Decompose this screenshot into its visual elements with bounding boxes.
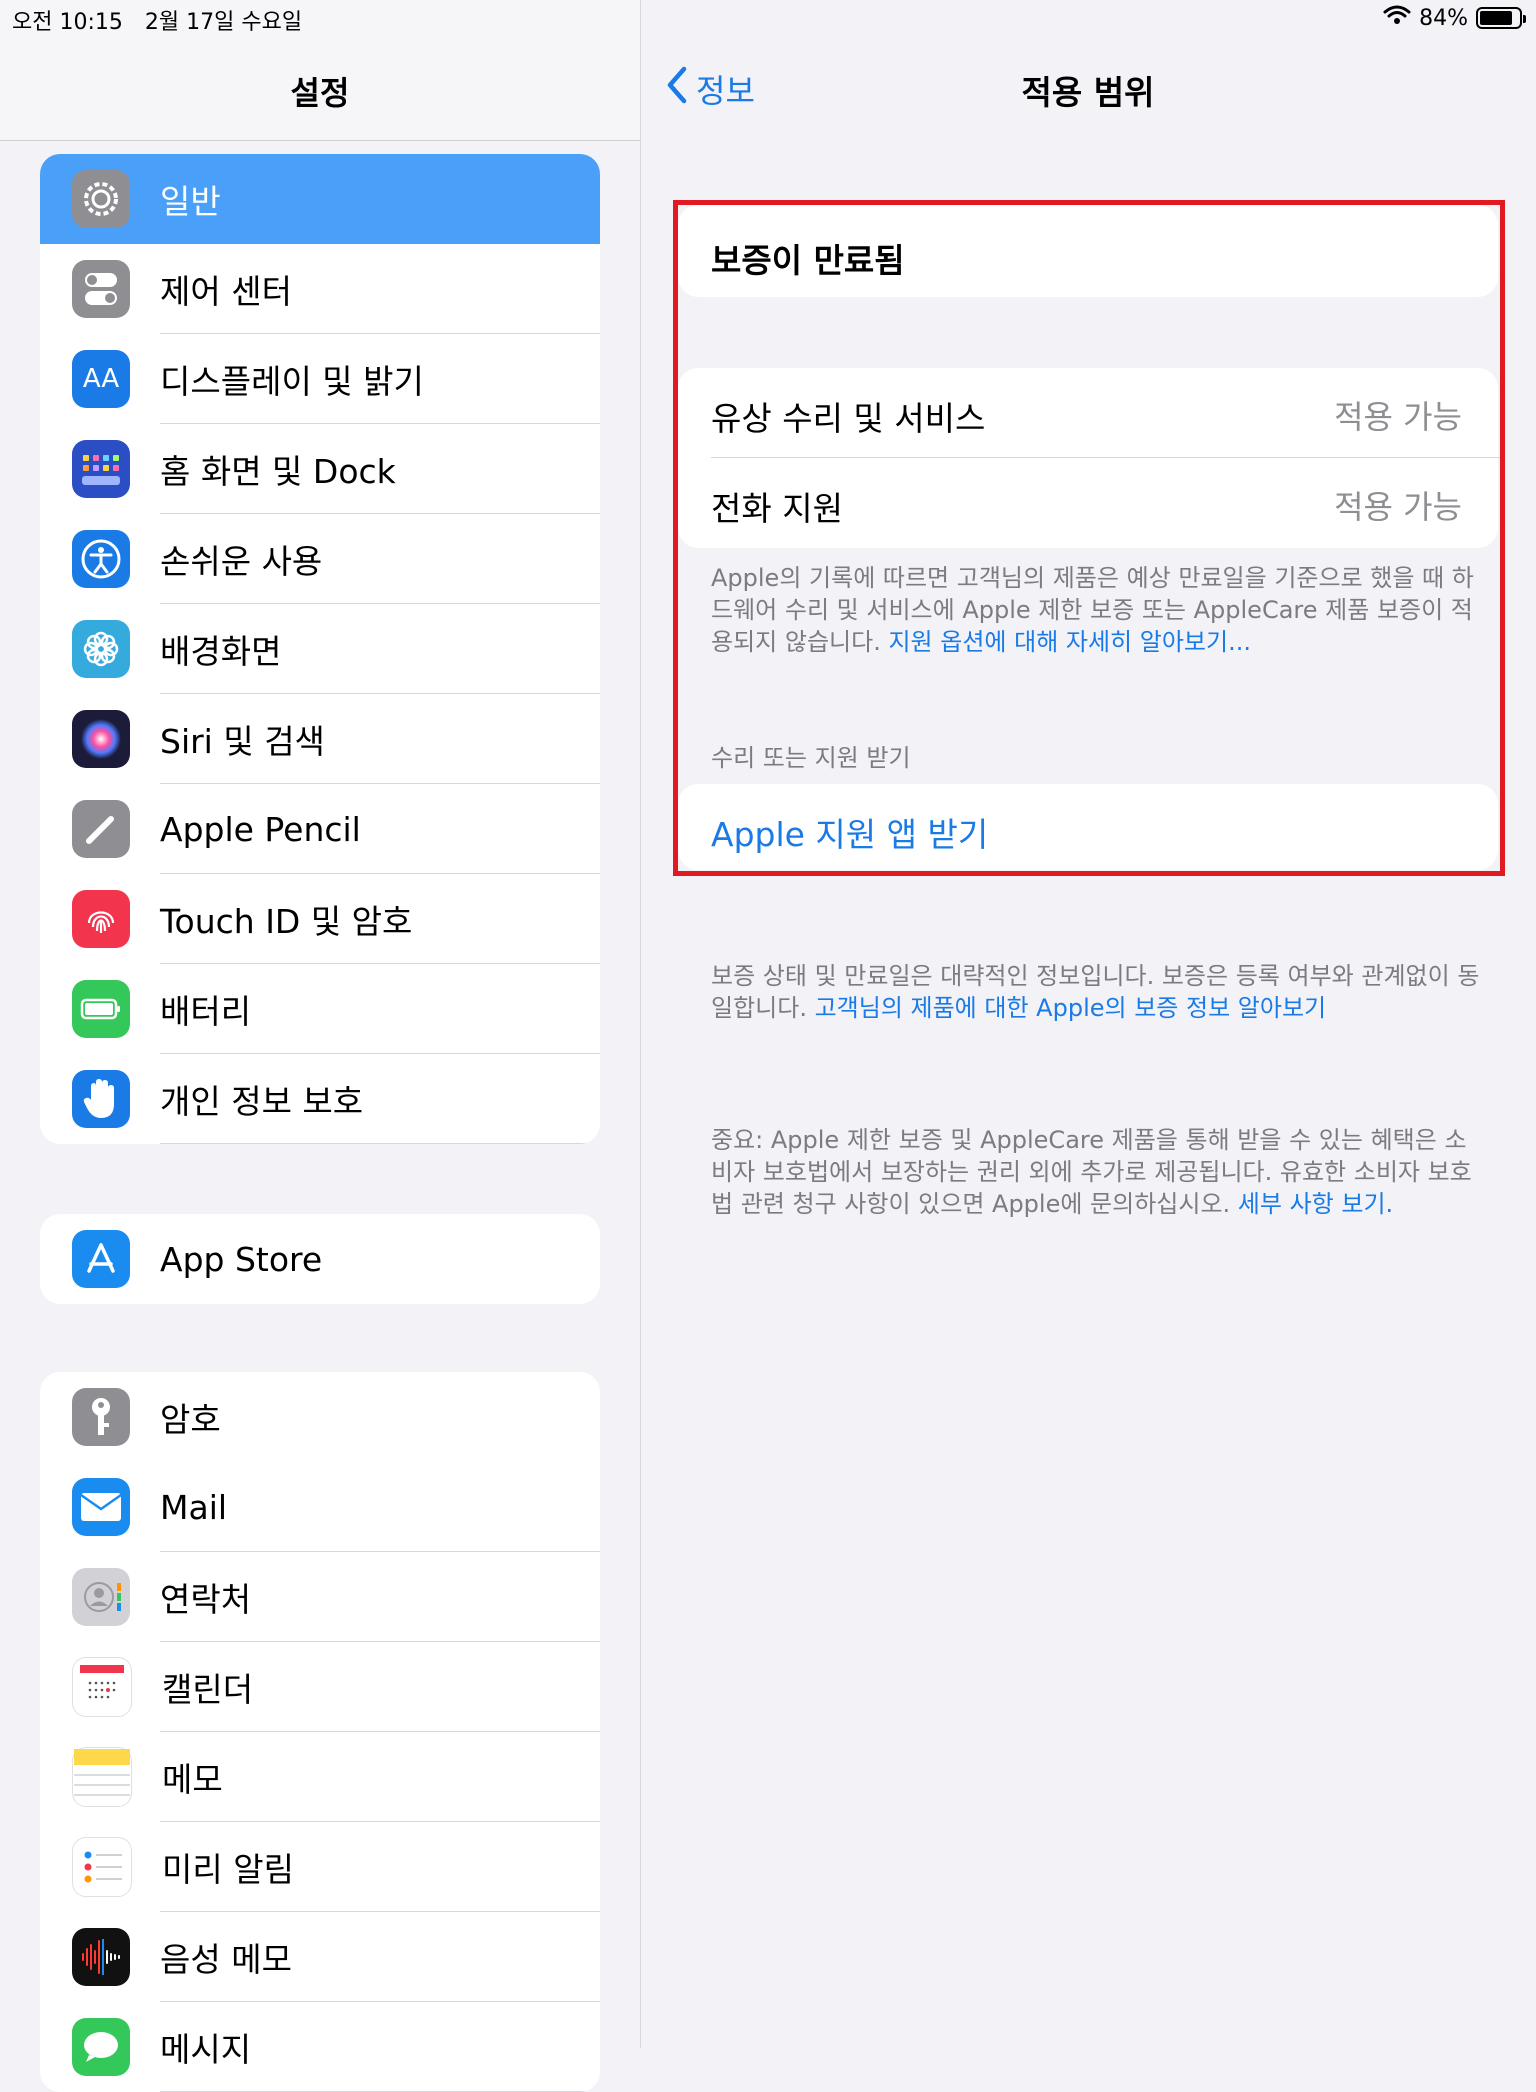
highlight-box [673, 200, 1505, 876]
reminders-icon [72, 1837, 132, 1897]
mail-icon [72, 1478, 130, 1536]
settings-group-1: 일반 제어 센터 AA 디스플레이 및 밝기 홈 화면 및 Dock 손쉬운 사 [40, 154, 600, 1144]
pencil-icon [72, 800, 130, 858]
settings-group-3: 암호 Mail 연락처 캘린더 메모 미리 알림 음성 메모 메시지 [40, 1372, 600, 2092]
sidebar-item-label: Touch ID 및 암호 [160, 902, 413, 941]
app-store-icon [72, 1230, 130, 1288]
sidebar-item-label: 홈 화면 및 Dock [160, 452, 396, 491]
sidebar-item-label: 캘린더 [162, 1670, 254, 1709]
hand-icon [72, 1070, 130, 1128]
sidebar-item-label: 메시지 [160, 2030, 252, 2069]
sidebar-item-accessibility[interactable]: 손쉬운 사용 [40, 514, 600, 604]
sidebar-item-mail[interactable]: Mail [40, 1462, 600, 1552]
wifi-icon [1383, 4, 1411, 32]
text-size-icon: AA [72, 350, 130, 408]
sidebar-item-label: 손쉬운 사용 [160, 542, 323, 581]
sidebar-item-passwords[interactable]: 암호 [40, 1372, 600, 1462]
sidebar-item-label: 일반 [160, 182, 221, 221]
sidebar-item-label: App Store [160, 1239, 323, 1279]
accessibility-icon [72, 530, 130, 588]
sidebar-item-label: 미리 알림 [162, 1850, 294, 1889]
home-grid-icon [72, 440, 130, 498]
sidebar-item-label: 메모 [162, 1760, 223, 1799]
sidebar-item-label: 디스플레이 및 밝기 [160, 362, 424, 401]
sidebar-item-battery[interactable]: 배터리 [40, 964, 600, 1054]
fingerprint-icon [72, 890, 130, 948]
calendar-icon [72, 1657, 132, 1717]
divider [160, 1143, 600, 1144]
voice-memo-icon [72, 1928, 130, 1986]
gear-icon [72, 170, 130, 228]
battery-status-icon [1476, 7, 1526, 29]
sidebar-item-label: Siri 및 검색 [160, 722, 325, 761]
siri-icon [72, 710, 130, 768]
sidebar-item-contacts[interactable]: 연락처 [40, 1552, 600, 1642]
sidebar-item-notes[interactable]: 메모 [40, 1732, 600, 1822]
sidebar-item-label: 배경화면 [160, 632, 282, 671]
see-details-link[interactable]: 세부 사항 보기. [1238, 1190, 1393, 1218]
sidebar-item-voice-memos[interactable]: 음성 메모 [40, 1912, 600, 2002]
sidebar-item-label: Mail [160, 1487, 228, 1527]
notes-icon [72, 1747, 132, 1807]
sidebar-item-label: 암호 [160, 1400, 221, 1439]
sidebar-item-general[interactable]: 일반 [40, 154, 600, 244]
status-bar-left: 오전 10:15 2월 17일 수요일 [12, 4, 324, 36]
status-bar-right: 84% [1383, 4, 1526, 32]
sidebar-item-label: 제어 센터 [160, 272, 292, 311]
sidebar-item-privacy[interactable]: 개인 정보 보호 [40, 1054, 600, 1144]
sidebar-item-reminders[interactable]: 미리 알림 [40, 1822, 600, 1912]
sidebar-item-messages[interactable]: 메시지 [40, 2002, 600, 2092]
warranty-info-link[interactable]: 고객님의 제품에 대한 Apple의 보증 정보 알아보기 [815, 994, 1327, 1022]
sidebar-item-siri[interactable]: Siri 및 검색 [40, 694, 600, 784]
messages-icon [72, 2018, 130, 2076]
sidebar-item-display[interactable]: AA 디스플레이 및 밝기 [40, 334, 600, 424]
sidebar-item-wallpaper[interactable]: 배경화면 [40, 604, 600, 694]
battery-percent: 84% [1419, 5, 1468, 31]
sidebar-item-label: 연락처 [160, 1580, 252, 1619]
status-date: 2월 17일 수요일 [144, 10, 303, 35]
sidebar-item-app-store[interactable]: App Store [40, 1214, 600, 1304]
sidebar-item-calendar[interactable]: 캘린더 [40, 1642, 600, 1732]
sidebar-item-touch-id[interactable]: Touch ID 및 암호 [40, 874, 600, 964]
contacts-icon [72, 1568, 130, 1626]
battery-icon [72, 980, 130, 1038]
sidebar-item-home-screen[interactable]: 홈 화면 및 Dock [40, 424, 600, 514]
sidebar-item-label: 개인 정보 보호 [160, 1082, 364, 1121]
toggles-icon [72, 260, 130, 318]
sidebar-item-label: 음성 메모 [160, 1940, 292, 1979]
consumer-law-note: 중요: Apple 제한 보증 및 AppleCare 제품을 통해 받을 수 … [711, 1124, 1481, 1220]
key-icon [72, 1388, 130, 1446]
settings-sidebar: 설정 일반 제어 센터 AA 디스플레이 및 밝기 홈 화면 및 Dock 손쉬… [0, 0, 641, 2092]
flower-icon [72, 620, 130, 678]
sidebar-item-apple-pencil[interactable]: Apple Pencil [40, 784, 600, 874]
sidebar-item-label: Apple Pencil [160, 809, 361, 849]
status-time: 오전 10:15 [12, 10, 123, 35]
sidebar-item-label: 배터리 [160, 992, 252, 1031]
settings-group-2: App Store [40, 1214, 600, 1304]
warranty-info-note: 보증 상태 및 만료일은 대략적인 정보입니다. 보증은 등록 여부와 관계없이… [711, 960, 1481, 1024]
page-title: 적용 범위 [1021, 73, 1155, 112]
sidebar-item-control-center[interactable]: 제어 센터 [40, 244, 600, 334]
sidebar-title: 설정 [290, 74, 350, 112]
